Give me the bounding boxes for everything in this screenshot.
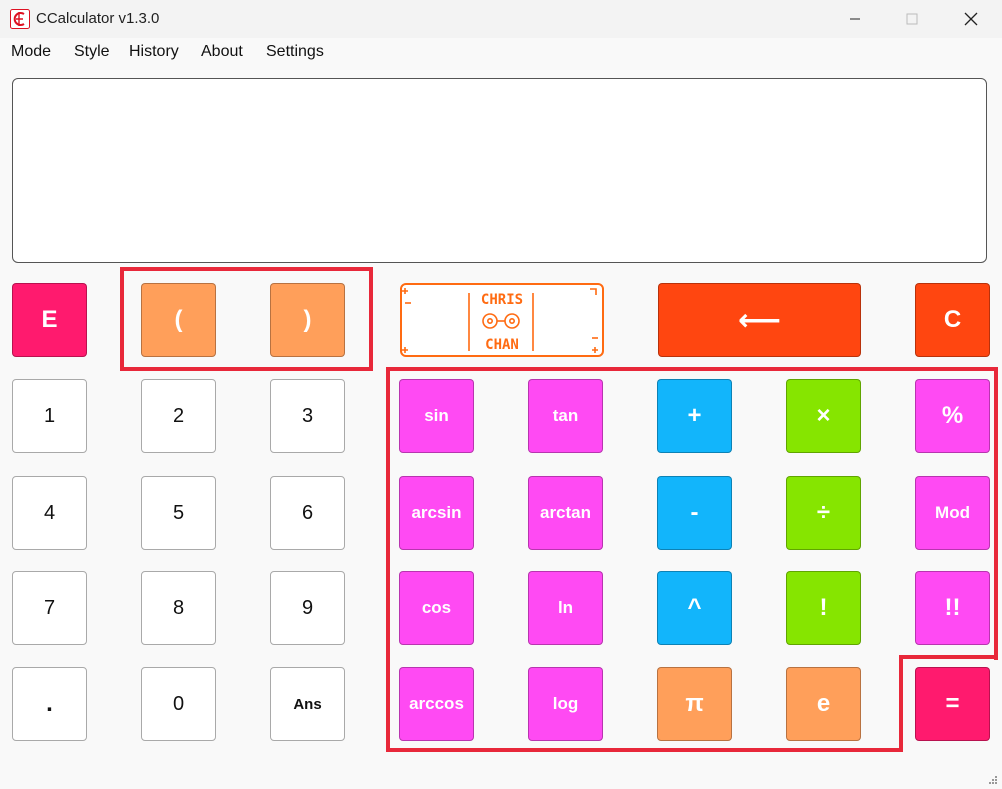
open-paren-button[interactable]: ( [141, 283, 216, 357]
logo-line-2: CHAN [485, 337, 519, 353]
digit-1-button[interactable]: 1 [12, 379, 87, 453]
menu-settings[interactable]: Settings [266, 43, 324, 61]
plus-button[interactable]: + [657, 379, 732, 453]
answer-button[interactable]: Ans [270, 667, 345, 741]
digit-3-button[interactable]: 3 [270, 379, 345, 453]
pi-button[interactable]: π [657, 667, 732, 741]
ln-button[interactable]: ln [528, 571, 603, 645]
chris-chan-logo: CHRIS CHAN [400, 283, 604, 357]
log-button[interactable]: log [528, 667, 603, 741]
mod-button[interactable]: Mod [915, 476, 990, 550]
logo-line-1: CHRIS [481, 292, 523, 308]
factorial-button[interactable]: ! [786, 571, 861, 645]
digit-7-button[interactable]: 7 [12, 571, 87, 645]
menu-history[interactable]: History [129, 43, 179, 61]
power-button[interactable]: ^ [657, 571, 732, 645]
double-factorial-button[interactable]: !! [915, 571, 990, 645]
equals-button[interactable]: = [915, 667, 990, 741]
minimize-button[interactable] [826, 0, 884, 38]
close-button[interactable] [942, 0, 1000, 38]
tan-button[interactable]: tan [528, 379, 603, 453]
digit-6-button[interactable]: 6 [270, 476, 345, 550]
decimal-point-button[interactable]: . [12, 667, 87, 741]
close-icon [964, 12, 978, 26]
digit-2-button[interactable]: 2 [141, 379, 216, 453]
expression-display[interactable] [12, 78, 987, 263]
menu-mode[interactable]: Mode [11, 43, 51, 61]
percent-button[interactable]: % [915, 379, 990, 453]
exponent-button[interactable]: E [12, 283, 87, 357]
clear-button[interactable]: C [915, 283, 990, 357]
euler-button[interactable]: e [786, 667, 861, 741]
maximize-button[interactable] [883, 0, 941, 38]
menu-about[interactable]: About [201, 43, 243, 61]
digit-8-button[interactable]: 8 [141, 571, 216, 645]
digit-4-button[interactable]: 4 [12, 476, 87, 550]
arctan-button[interactable]: arctan [528, 476, 603, 550]
divide-button[interactable]: ÷ [786, 476, 861, 550]
digit-0-button[interactable]: 0 [141, 667, 216, 741]
multiply-button[interactable]: × [786, 379, 861, 453]
logo-graphic: CHRIS CHAN [402, 288, 598, 353]
maximize-icon [906, 13, 918, 25]
backspace-button[interactable]: ⟵ [658, 283, 861, 357]
cos-button[interactable]: cos [399, 571, 474, 645]
minimize-icon [850, 18, 860, 20]
app-icon [10, 9, 30, 29]
minus-button[interactable]: - [657, 476, 732, 550]
digit-9-button[interactable]: 9 [270, 571, 345, 645]
arccos-button[interactable]: arccos [399, 667, 474, 741]
resize-grip-icon[interactable] [988, 775, 998, 785]
menu-style[interactable]: Style [74, 43, 110, 61]
sin-button[interactable]: sin [399, 379, 474, 453]
close-paren-button[interactable]: ) [270, 283, 345, 357]
title-bar: CCalculator v1.3.0 [0, 0, 1002, 38]
arcsin-button[interactable]: arcsin [399, 476, 474, 550]
digit-5-button[interactable]: 5 [141, 476, 216, 550]
menu-bar: Mode Style History About Settings [0, 38, 1002, 66]
window-title: CCalculator v1.3.0 [36, 10, 160, 27]
